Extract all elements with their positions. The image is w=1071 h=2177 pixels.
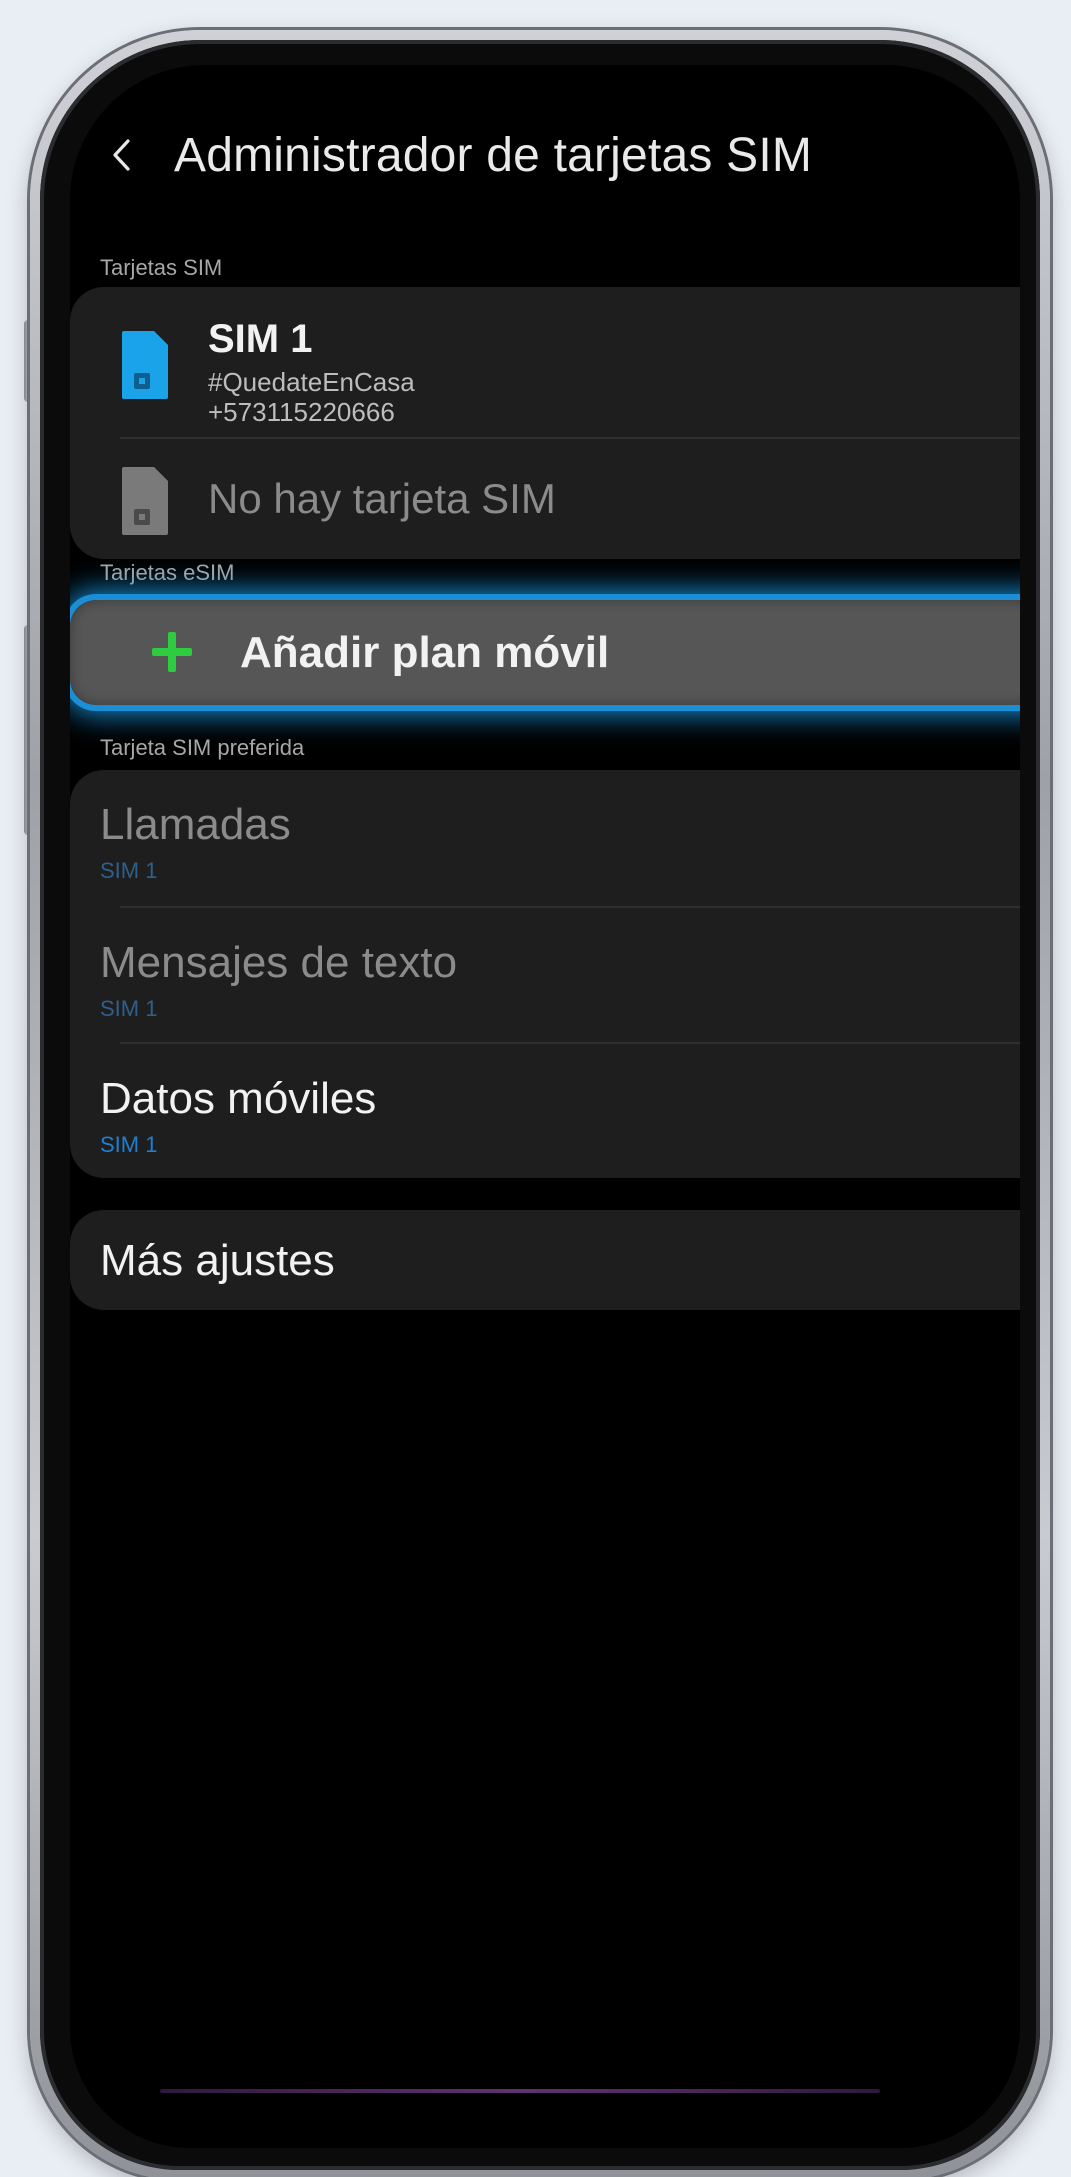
- back-arrow-icon[interactable]: [110, 139, 134, 171]
- calls-row[interactable]: Llamadas SIM 1: [100, 770, 1020, 906]
- section-label-esim: Tarjetas eSIM: [100, 560, 235, 585]
- phone-bezel: Administrador de tarjetas SIM Tarjetas S…: [40, 40, 1040, 2170]
- texts-row[interactable]: Mensajes de texto SIM 1: [100, 908, 1020, 1042]
- more-settings-card[interactable]: Más ajustes: [70, 1210, 1020, 1310]
- phone-frame: Administrador de tarjetas SIM Tarjetas S…: [30, 30, 1050, 2177]
- sim1-number: +573115220666: [208, 397, 395, 427]
- sim1-row[interactable]: SIM 1 #QuedateEnCasa +573115220666: [100, 287, 1020, 437]
- screen: Administrador de tarjetas SIM Tarjetas S…: [70, 65, 1020, 2148]
- sim1-carrier: #QuedateEnCasa: [208, 367, 415, 397]
- sim-card-icon: [120, 329, 170, 401]
- more-settings-label: Más ajustes: [100, 1236, 335, 1285]
- sim-cards-card: SIM 1 #QuedateEnCasa +573115220666 No ha…: [70, 287, 1020, 559]
- add-mobile-plan-button[interactable]: Añadir plan móvil: [70, 600, 1020, 705]
- app-bar: Administrador de tarjetas SIM: [100, 120, 812, 190]
- gesture-bar: [160, 2089, 880, 2093]
- plus-icon: [150, 630, 194, 674]
- section-label-sim-cards: Tarjetas SIM: [100, 255, 223, 280]
- calls-title: Llamadas: [100, 800, 291, 849]
- calls-value: SIM 1: [100, 858, 158, 883]
- sim1-title: SIM 1: [208, 317, 313, 361]
- empty-sim-icon: [120, 465, 170, 537]
- add-mobile-plan-label: Añadir plan móvil: [240, 628, 610, 677]
- section-label-preferred-sim: Tarjeta SIM preferida: [100, 735, 305, 760]
- empty-sim-row[interactable]: No hay tarjeta SIM: [100, 439, 1020, 559]
- mobile-data-row[interactable]: Datos móviles SIM 1: [100, 1044, 1020, 1178]
- page-title: Administrador de tarjetas SIM: [174, 128, 813, 182]
- preferred-sim-card: Llamadas SIM 1 Mensajes de texto SIM 1 D…: [70, 770, 1020, 1178]
- page: Administrador de tarjetas SIM Tarjetas S…: [0, 0, 1071, 2177]
- mobile-data-title: Datos móviles: [100, 1074, 377, 1123]
- mobile-data-value: SIM 1: [100, 1132, 158, 1157]
- empty-sim-label: No hay tarjeta SIM: [208, 475, 556, 522]
- texts-value: SIM 1: [100, 996, 158, 1021]
- texts-title: Mensajes de texto: [100, 938, 458, 987]
